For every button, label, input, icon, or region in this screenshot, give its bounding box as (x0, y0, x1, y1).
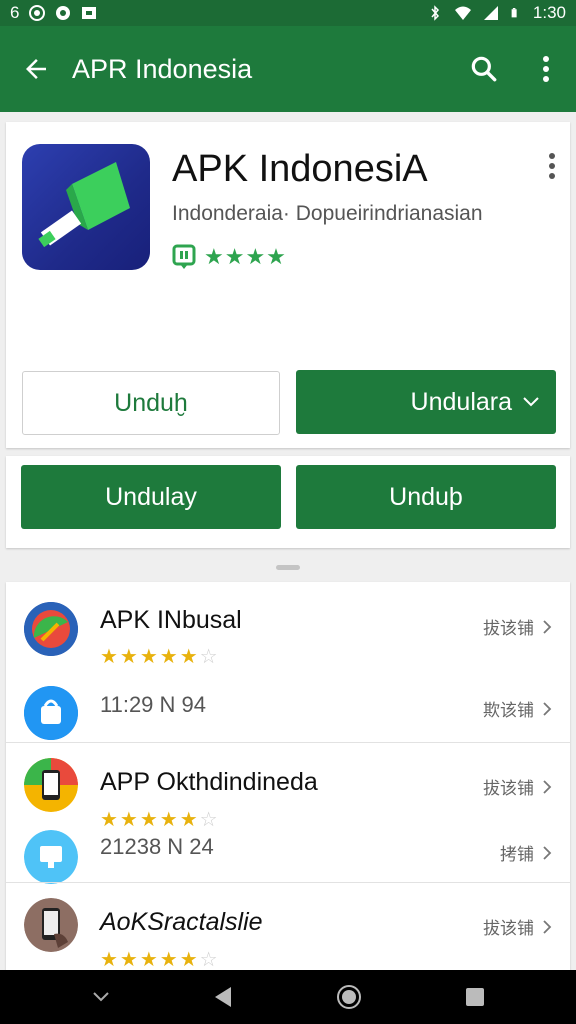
media-icon (82, 7, 97, 19)
list-item-title: APP Okthdindineda (100, 768, 318, 796)
chevron-right-icon (543, 701, 552, 716)
app-menu-button[interactable] (548, 152, 556, 185)
app-name: APK IndonesiA (172, 148, 428, 190)
app-rating: ★★★★ (172, 244, 287, 270)
status-bar: 6 1:30 (0, 0, 576, 26)
bluetooth-icon (431, 5, 439, 21)
list-app-icon (24, 898, 78, 952)
app-icon (29, 5, 46, 21)
phone-app-icon (24, 758, 78, 812)
chevron-right-icon (543, 779, 552, 794)
list-item-action-label: 拔该铺 (483, 619, 534, 638)
shopping-bag-icon (24, 686, 78, 740)
sync-icon (56, 6, 71, 20)
signal-icon (483, 6, 498, 20)
chevron-right-icon (543, 845, 552, 860)
chevron-right-icon (543, 619, 552, 634)
list-item-action[interactable]: 拔该铺 (483, 774, 552, 799)
more-vert-icon (549, 153, 555, 179)
recents-nav-icon[interactable] (465, 987, 485, 1007)
hand-phone-icon (24, 898, 78, 952)
list-item-action[interactable]: 拔该铺 (483, 614, 552, 639)
list-item-meta: 21238 N 24 (100, 834, 214, 859)
list-item-meta: 11:29 N 94 (100, 692, 207, 717)
battery-icon (511, 8, 517, 18)
drag-handle[interactable] (276, 565, 300, 570)
list-item-title: APK INbusal (100, 606, 242, 634)
back-button[interactable] (0, 26, 72, 112)
list-item-action-label: 拷铺 (500, 845, 534, 864)
list-item-title: AoKSractalslie (100, 908, 263, 936)
list-item-action-label: 拔该铺 (483, 779, 534, 798)
list-item-rating: ★★★★★☆ (100, 809, 220, 831)
list-app-icon (24, 830, 78, 884)
list-app-icon (24, 602, 78, 656)
home-nav-icon[interactable] (336, 984, 362, 1010)
app-logo (22, 144, 150, 270)
secondary-actions-card: Undulay Unduþ (6, 456, 570, 548)
download-outline-button[interactable]: Unduḫ (22, 371, 280, 435)
app-logo-graphic (38, 162, 130, 248)
search-icon (471, 56, 497, 82)
chevron-down-icon[interactable] (92, 991, 110, 1003)
list-divider (6, 882, 570, 883)
download-tertiary-button[interactable]: Unduþ (296, 465, 556, 529)
list-app-icon (24, 758, 78, 812)
download-options-button[interactable]: Undulara (296, 370, 556, 434)
search-button[interactable] (452, 26, 516, 112)
list-item-rating: ★★★★★☆ (100, 646, 220, 668)
more-vert-icon (543, 56, 549, 82)
related-apps-list: APK INbusal ★★★★★☆ 拔该铺 11:29 N 94 欺该铺 AP… (6, 582, 570, 972)
umbrella-icon (24, 602, 78, 656)
system-nav-bar (0, 970, 576, 1024)
back-arrow-icon (26, 59, 46, 79)
list-item-action[interactable]: 拷铺 (500, 840, 552, 865)
wifi-icon (454, 6, 471, 20)
overflow-menu-button[interactable] (516, 26, 576, 112)
chevron-down-icon (523, 397, 539, 407)
list-app-icon (24, 686, 78, 740)
app-header-card: APK IndonesiA Indonderaia· Dopueirindria… (6, 122, 570, 448)
app-bar: APR Indonesia (0, 26, 576, 112)
list-item-rating: ★★★★★☆ (100, 949, 220, 971)
back-nav-icon[interactable] (213, 986, 233, 1008)
download-secondary-button[interactable]: Undulay (21, 465, 281, 529)
rating-stars: ★★★★ (204, 244, 287, 269)
editors-choice-icon (172, 244, 196, 269)
monitor-icon (24, 830, 78, 884)
clock: 1:30 (532, 3, 566, 22)
list-item-action-label: 欺该铺 (483, 701, 534, 720)
list-item-action-label: 拔该铺 (483, 919, 534, 938)
list-item-action[interactable]: 欺该铺 (483, 696, 552, 721)
notification-icon: 6 (10, 3, 20, 22)
list-divider (6, 742, 570, 743)
download-options-label: Undulara (410, 387, 512, 416)
list-item-action[interactable]: 拔该铺 (483, 914, 552, 939)
app-bar-title: APR Indonesia (72, 53, 253, 84)
chevron-right-icon (543, 919, 552, 934)
app-developer: Indonderaia· Dopueirindrianasian (172, 202, 483, 225)
